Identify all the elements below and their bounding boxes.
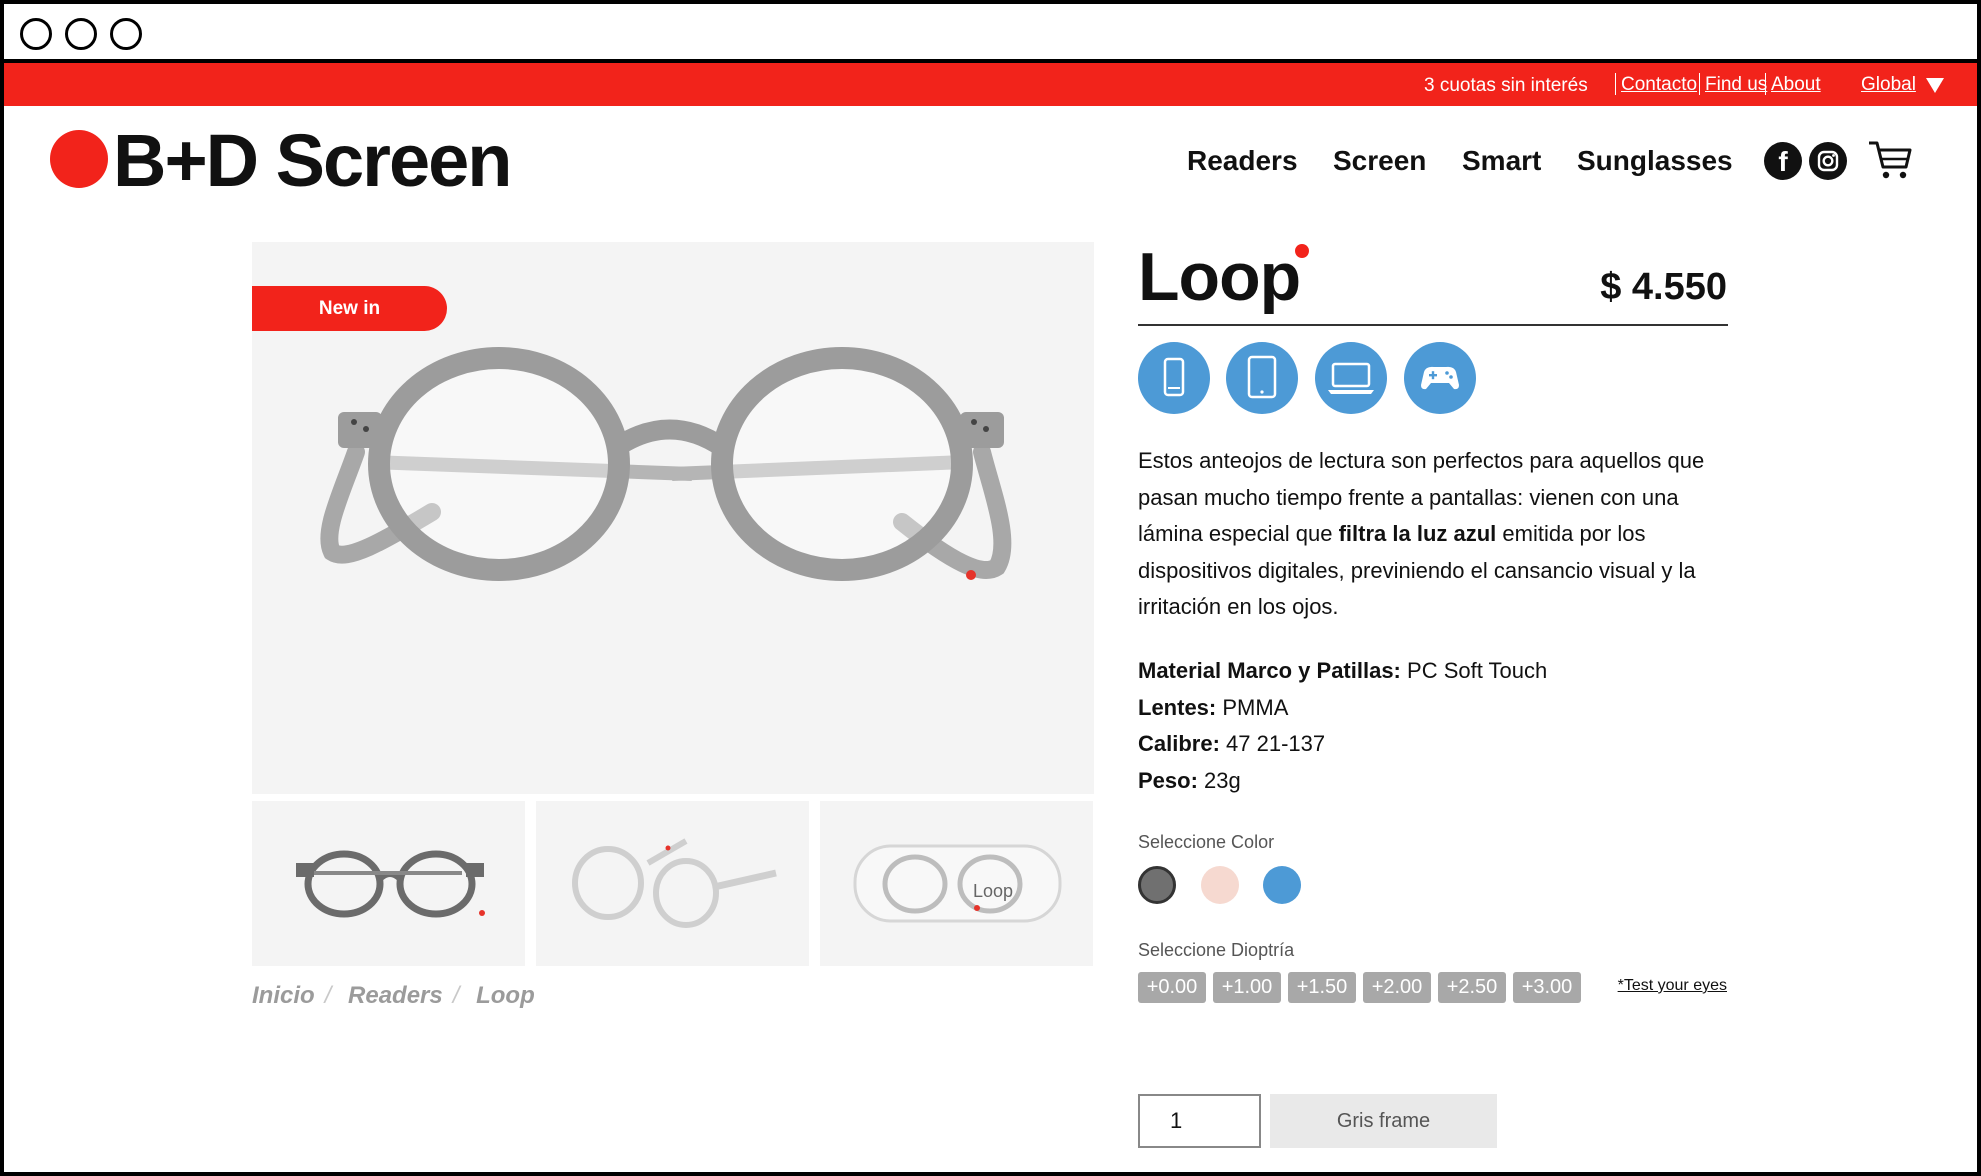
spec-material: Material Marco y Patillas: PC Soft Touch — [1138, 658, 1547, 684]
logo-mark[interactable] — [50, 130, 108, 188]
product-description: Estos anteojos de lectura son perfectos … — [1138, 443, 1728, 626]
spec-label: Peso: — [1138, 768, 1198, 793]
spec-value: PMMA — [1222, 695, 1289, 720]
spec-value: 47 21-137 — [1226, 731, 1326, 756]
link-about[interactable]: About — [1771, 74, 1821, 96]
description-highlight: filtra la luz azul — [1338, 521, 1497, 546]
promo-text: 3 cuotas sin interés — [1424, 75, 1588, 96]
new-in-badge: New in — [252, 286, 447, 331]
laptop-icon — [1315, 342, 1387, 414]
divider — [1765, 73, 1766, 95]
window-close-icon[interactable] — [20, 18, 52, 50]
spec-peso: Peso: 23g — [1138, 768, 1241, 794]
breadcrumb-separator: / — [452, 982, 460, 1009]
breadcrumb-readers[interactable]: Readers — [348, 982, 443, 1009]
nav-sunglasses[interactable]: Sunglasses — [1577, 145, 1733, 177]
spec-label: Material Marco y Patillas: — [1138, 658, 1401, 683]
quantity-input[interactable]: 1 — [1138, 1094, 1261, 1148]
diopter-option[interactable]: +2.00 — [1363, 972, 1431, 1003]
window-maximize-icon[interactable] — [110, 18, 142, 50]
thumbnail-front[interactable] — [252, 801, 525, 966]
nav-screen[interactable]: Screen — [1333, 145, 1426, 177]
color-swatch-pink[interactable] — [1201, 866, 1239, 904]
browser-chrome — [4, 4, 1977, 63]
test-your-eyes-link[interactable]: *Test your eyes — [1618, 977, 1727, 995]
spec-label: Calibre: — [1138, 731, 1220, 756]
window-minimize-icon[interactable] — [65, 18, 97, 50]
breadcrumb: Inicio / Readers / Loop — [252, 982, 545, 1010]
phone-icon — [1138, 342, 1210, 414]
spec-lentes: Lentes: PMMA — [1138, 695, 1288, 721]
product-title: Loop — [1138, 239, 1301, 315]
thumbnail-case[interactable]: Loop — [820, 801, 1093, 966]
region-selector[interactable]: Global — [1861, 74, 1916, 96]
color-swatch-blue[interactable] — [1263, 866, 1301, 904]
logo-text[interactable]: B+D Screen — [113, 118, 512, 203]
nav-readers[interactable]: Readers — [1187, 145, 1298, 177]
color-swatch-gray[interactable] — [1138, 866, 1176, 904]
diopter-option[interactable]: +1.50 — [1288, 972, 1356, 1003]
title-accent-dot — [1295, 244, 1309, 258]
product-price: $ 4.550 — [1600, 266, 1727, 308]
gamepad-icon — [1404, 342, 1476, 414]
color-label: Seleccione Color — [1138, 832, 1275, 852]
tablet-icon — [1226, 342, 1298, 414]
thumbnail-side[interactable] — [536, 801, 809, 966]
divider — [1699, 73, 1700, 95]
facebook-icon[interactable]: f — [1764, 142, 1802, 180]
breadcrumb-separator: / — [324, 982, 332, 1009]
spec-value: 23g — [1204, 768, 1241, 793]
spec-label: Lentes: — [1138, 695, 1217, 720]
case-label: Loop — [973, 881, 1013, 901]
breadcrumb-loop: Loop — [476, 982, 535, 1009]
diopter-option[interactable]: +2.50 — [1438, 972, 1506, 1003]
diopter-option[interactable]: +1.00 — [1213, 972, 1281, 1003]
diopter-option[interactable]: +3.00 — [1513, 972, 1581, 1003]
diopter-option[interactable]: +0.00 — [1138, 972, 1206, 1003]
breadcrumb-inicio[interactable]: Inicio — [252, 982, 315, 1009]
divider — [1138, 324, 1728, 326]
link-contacto[interactable]: Contacto — [1621, 74, 1697, 96]
cart-icon[interactable] — [1866, 138, 1914, 182]
divider — [1615, 73, 1616, 95]
link-find-us[interactable]: Find us — [1705, 74, 1767, 96]
top-bar: 3 cuotas sin interés Contacto Find us Ab… — [4, 63, 1977, 106]
spec-calibre: Calibre: 47 21-137 — [1138, 731, 1325, 757]
nav-smart[interactable]: Smart — [1462, 145, 1541, 177]
variant-button[interactable]: Gris frame — [1270, 1094, 1497, 1148]
spec-value: PC Soft Touch — [1407, 658, 1548, 683]
chevron-down-icon[interactable] — [1926, 78, 1944, 93]
diopter-label: Seleccione Dioptría — [1138, 940, 1295, 960]
instagram-icon[interactable] — [1809, 142, 1847, 180]
